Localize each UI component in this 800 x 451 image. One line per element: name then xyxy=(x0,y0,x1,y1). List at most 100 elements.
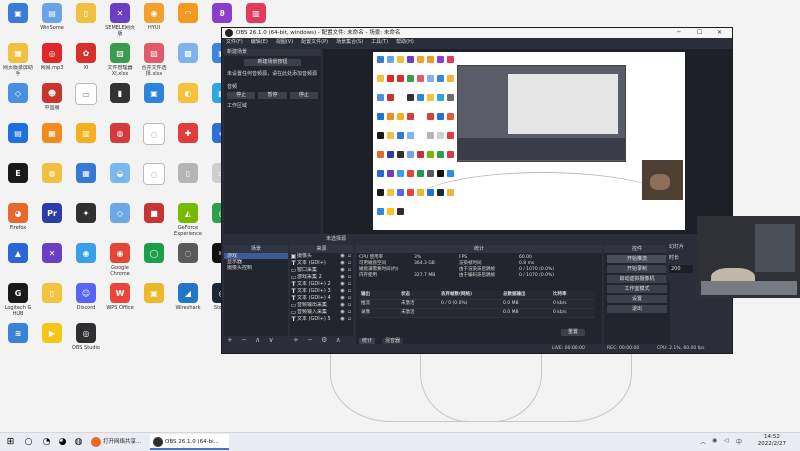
desktop-icon[interactable]: ▯ xyxy=(35,283,69,323)
desktop-icon[interactable]: ◇ xyxy=(103,203,137,243)
menu-help[interactable]: 帮助(H) xyxy=(396,38,414,47)
start-icon[interactable]: ⊞ xyxy=(4,435,17,448)
desktop-icon[interactable]: ◉ xyxy=(69,243,103,283)
desktop-icon[interactable]: ◕ Firefox xyxy=(1,203,35,243)
new-scene-button[interactable]: 新建场景按钮 xyxy=(244,59,301,66)
visibility-eye-icon[interactable]: ◉ xyxy=(339,267,346,274)
menu-scene-collection[interactable]: 场景集合(S) xyxy=(336,38,363,47)
menu-file[interactable]: 文件(F) xyxy=(226,38,243,47)
source-item[interactable]: T 文本 (GDI+) ◉ ▫ xyxy=(290,260,353,267)
desktop-icon[interactable]: ✿ XI xyxy=(69,43,103,83)
desktop-icon[interactable]: ▧ 文件管理器XI.xlsx xyxy=(103,43,137,83)
source-item[interactable]: T 文本 (GDI+) 5 ◉ ▫ xyxy=(290,316,353,323)
dock-stop-button[interactable]: 停止 xyxy=(227,92,256,99)
preview-canvas[interactable] xyxy=(373,52,685,230)
visibility-eye-icon[interactable]: ◉ xyxy=(339,260,346,267)
desktop-icon[interactable]: ▮ xyxy=(103,83,137,123)
desktop-icon[interactable]: ▣ xyxy=(137,283,171,323)
menu-view[interactable]: 视图(V) xyxy=(276,38,293,47)
lock-icon[interactable]: ▫ xyxy=(346,281,353,288)
desktop-icon[interactable]: ▥ xyxy=(69,123,103,163)
desktop-icon[interactable]: E xyxy=(1,163,35,203)
desktop-icon[interactable]: ◎ OBS Studio xyxy=(69,323,103,363)
lock-icon[interactable]: ▫ xyxy=(346,267,353,274)
exit-button[interactable]: 退出 xyxy=(607,305,667,313)
start-streaming-button[interactable]: 开始推流 xyxy=(607,255,667,263)
wechat-icon[interactable]: ◍ xyxy=(72,435,85,448)
minimize-button[interactable]: ─ xyxy=(677,28,681,38)
taskbar-app-obs[interactable]: OBS 26.1.0 (64-bi... xyxy=(150,434,229,450)
dock-pause-button[interactable]: 暂停 xyxy=(258,92,287,99)
lock-icon[interactable]: ▫ xyxy=(346,253,353,260)
desktop-icon[interactable]: ◍ xyxy=(35,163,69,203)
desktop-icon[interactable]: ▩ xyxy=(171,43,205,83)
visibility-eye-icon[interactable]: ◉ xyxy=(339,253,346,260)
close-button[interactable]: ✕ xyxy=(717,28,722,38)
source-item[interactable]: T 文本 (GDI+) 3 ◉ ▫ xyxy=(290,288,353,295)
reset-button[interactable]: 重置 xyxy=(561,329,585,336)
desktop-icon[interactable]: W WPS Office xyxy=(103,283,137,323)
source-item[interactable]: ▣ 摄像头 ◉ ▫ xyxy=(290,253,353,260)
menu-edit[interactable]: 编辑(E) xyxy=(251,38,268,47)
lock-icon[interactable]: ▫ xyxy=(346,316,353,323)
visibility-eye-icon[interactable]: ◉ xyxy=(339,295,346,302)
search-icon[interactable]: ○ xyxy=(22,435,35,448)
desktop-icon[interactable]: ✚ xyxy=(171,123,205,163)
menu-profile[interactable]: 配置文件(P) xyxy=(301,38,328,47)
desktop-icon[interactable]: ◉ HYUI xyxy=(137,3,171,43)
desktop-icon[interactable]: ▦ 网页版录屏助手 xyxy=(1,43,35,83)
side-widget-value[interactable]: 200 xyxy=(669,265,693,273)
firefox-icon[interactable]: ◕ xyxy=(56,435,69,448)
desktop-icon[interactable]: ✦ xyxy=(69,203,103,243)
visibility-eye-icon[interactable]: ◉ xyxy=(339,302,346,309)
start-virtual-camera-button[interactable]: 启动虚拟摄像机 xyxy=(607,275,667,283)
lock-icon[interactable]: ▫ xyxy=(346,288,353,295)
desktop-icon[interactable]: ≋ xyxy=(1,323,35,363)
lock-icon[interactable]: ▫ xyxy=(346,302,353,309)
tray-volume-icon[interactable]: ◁ xyxy=(724,437,729,444)
desktop-icon[interactable]: G Logitech G HUB xyxy=(1,283,35,323)
scene-item[interactable]: 摄像头控制 xyxy=(224,265,288,271)
source-item[interactable]: T 文本 (GDI+) 2 ◉ ▫ xyxy=(290,281,353,288)
desktop-icon[interactable]: ◭ GeForce Experience xyxy=(171,203,205,243)
desktop-icon[interactable]: ▶ xyxy=(35,323,69,363)
edge-icon[interactable]: ◔ xyxy=(40,435,53,448)
desktop-icon[interactable]: ▯ xyxy=(69,3,103,43)
desktop-icon[interactable]: ☻ 中国服 xyxy=(35,83,69,123)
desktop-icon[interactable]: ▣ xyxy=(137,83,171,123)
start-recording-button[interactable]: 开始录制 xyxy=(607,265,667,273)
lock-icon[interactable]: ▫ xyxy=(346,260,353,267)
desktop-icon[interactable]: ◌ xyxy=(137,123,171,163)
desktop-icon[interactable]: ▨ 合并文件选择.xlsx xyxy=(137,43,171,83)
dock-stop2-button[interactable]: 停止 xyxy=(289,92,318,99)
lock-icon[interactable]: ▫ xyxy=(346,295,353,302)
desktop-icon[interactable]: ▯ xyxy=(171,163,205,203)
desktop-icon[interactable]: ✕ xyxy=(35,243,69,283)
source-item[interactable]: ▭ 游戏采集 2 ◉ ▫ xyxy=(290,274,353,281)
desktop-icon[interactable]: ☺ Discord xyxy=(69,283,103,323)
desktop-icon[interactable]: ◢ Wireshark xyxy=(171,283,205,323)
desktop-icon[interactable]: ◇ xyxy=(1,83,35,123)
visibility-eye-icon[interactable]: ◉ xyxy=(339,316,346,323)
tray-network-icon[interactable]: ◉ xyxy=(712,437,717,444)
tray-ime-icon[interactable]: 中 xyxy=(736,437,742,446)
desktop-icon[interactable]: ◍ xyxy=(103,123,137,163)
desktop-icon[interactable]: ▤ xyxy=(1,123,35,163)
desktop-icon[interactable]: ▦ xyxy=(35,123,69,163)
desktop-icon[interactable]: ◠ xyxy=(171,3,205,43)
source-item[interactable]: ▭ 音频输入采集 ◉ ▫ xyxy=(290,309,353,316)
desktop-icon[interactable]: ▭ xyxy=(69,83,103,123)
maximize-button[interactable]: ☐ xyxy=(697,28,702,38)
visibility-eye-icon[interactable]: ◉ xyxy=(339,274,346,281)
preview-area[interactable] xyxy=(323,49,732,234)
source-item[interactable]: ▭ 窗口采集 ◉ ▫ xyxy=(290,267,353,274)
desktop-icon[interactable]: ◉ Google Chrome xyxy=(103,243,137,283)
desktop-icon[interactable]: ◯ xyxy=(137,243,171,283)
studio-mode-button[interactable]: 工作室模式 xyxy=(607,285,667,293)
desktop-icon[interactable]: ◐ xyxy=(171,83,205,123)
visibility-eye-icon[interactable]: ◉ xyxy=(339,309,346,316)
desktop-icon[interactable]: ✕ SEMELE网页版 xyxy=(103,3,137,43)
desktop-icon[interactable]: ▤ WinSome xyxy=(35,3,69,43)
desktop-icon[interactable]: ■ xyxy=(137,203,171,243)
desktop-icon[interactable]: Pr xyxy=(35,203,69,243)
